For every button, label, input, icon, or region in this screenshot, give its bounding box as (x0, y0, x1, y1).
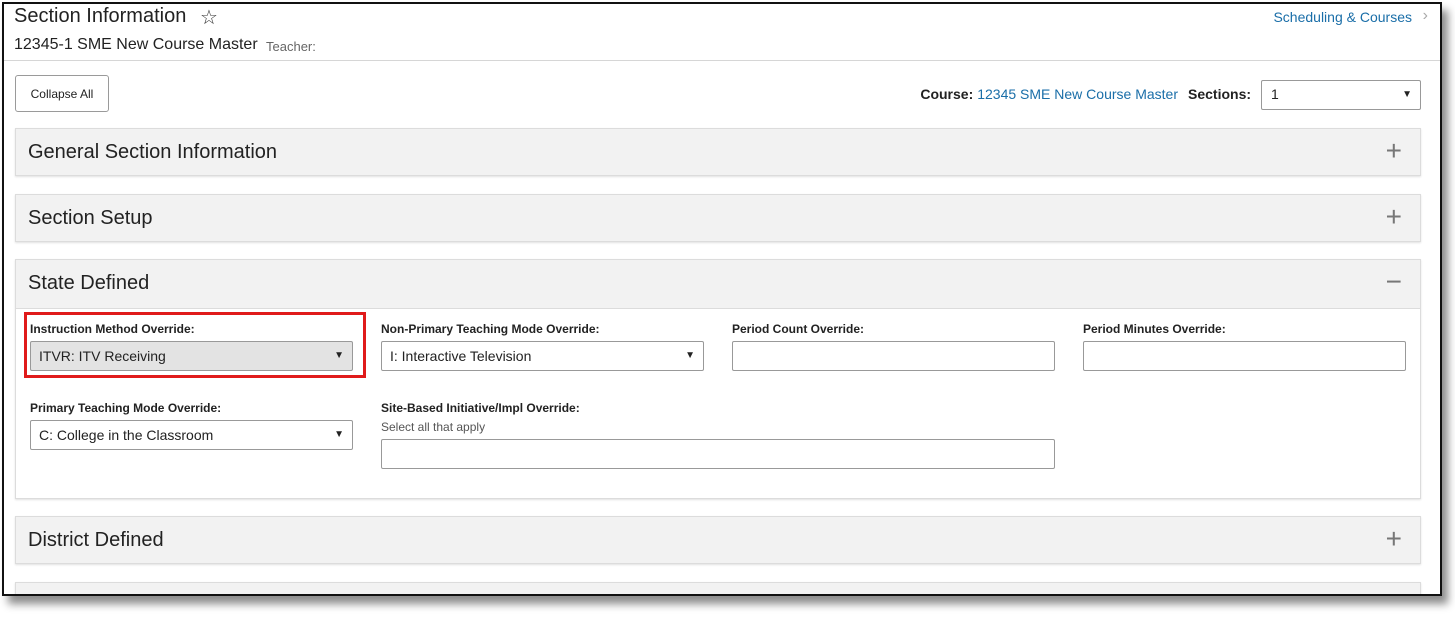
plus-icon[interactable]: + (1386, 523, 1402, 555)
site-based-multiselect[interactable] (381, 439, 1055, 469)
primary-mode-select[interactable]: C: College in the Classroom ▼ (30, 420, 353, 450)
panel-district-defined[interactable]: District Defined + (15, 516, 1421, 564)
panel-title: District Defined (28, 529, 164, 551)
panel-header[interactable]: State Defined − (16, 260, 1420, 309)
panel-state-defined: State Defined − Instruction Method Overr… (15, 259, 1421, 499)
sections-select-value: 1 (1271, 86, 1279, 102)
panel-title: Section Setup (28, 207, 153, 229)
page-title: Section Information (14, 5, 187, 27)
course-info: Course: 12345 SME New Course Master (920, 86, 1178, 102)
period-count-label: Period Count Override: (732, 322, 865, 336)
primary-mode-value: C: College in the Classroom (39, 427, 214, 443)
period-minutes-label: Period Minutes Override: (1083, 322, 1226, 336)
app-window: Section Information ☆ 12345-1 SME New Co… (2, 2, 1442, 596)
caret-down-icon: ▼ (334, 429, 344, 440)
instruction-method-label: Instruction Method Override: (30, 322, 195, 336)
instruction-method-value: ITVR: ITV Receiving (39, 348, 166, 364)
panel-title: State Defined (28, 272, 150, 294)
panel-title: General Section Information (28, 141, 278, 163)
site-based-hint: Select all that apply (381, 420, 486, 434)
plus-icon[interactable]: + (1386, 201, 1402, 233)
period-minutes-input[interactable] (1083, 341, 1406, 371)
site-based-label: Site-Based Initiative/Impl Override: (381, 401, 580, 415)
non-primary-mode-value: I: Interactive Television (390, 348, 532, 364)
state-defined-fields: Instruction Method Override: ITVR: ITV R… (16, 308, 1420, 498)
instruction-method-select[interactable]: ITVR: ITV Receiving ▼ (30, 341, 353, 371)
collapse-all-button[interactable]: Collapse All (15, 75, 109, 112)
caret-down-icon: ▼ (685, 350, 695, 361)
sections-select[interactable]: 1 ▼ (1261, 80, 1421, 110)
breadcrumb-scheduling-courses[interactable]: Scheduling & Courses (1273, 9, 1412, 25)
section-subtitle: 12345-1 SME New Course Master (14, 36, 258, 53)
chevron-right-icon: › (1422, 7, 1428, 24)
panel-general-section-information[interactable]: General Section Information + (15, 128, 1421, 176)
caret-down-icon: ▼ (334, 350, 344, 361)
non-primary-mode-select[interactable]: I: Interactive Television ▼ (381, 341, 704, 371)
sections-label: Sections: (1188, 86, 1252, 102)
minus-icon[interactable]: − (1386, 266, 1402, 298)
course-link[interactable]: 12345 SME New Course Master (977, 86, 1178, 102)
primary-mode-label: Primary Teaching Mode Override: (30, 401, 222, 415)
course-label: Course: (920, 86, 974, 102)
caret-down-icon: ▼ (1402, 89, 1412, 100)
panel-next-partial[interactable] (15, 582, 1421, 594)
panel-section-setup[interactable]: Section Setup + (15, 194, 1421, 242)
teacher-label: Teacher: (266, 39, 316, 54)
non-primary-mode-label: Non-Primary Teaching Mode Override: (381, 322, 600, 336)
period-count-input[interactable] (732, 341, 1055, 371)
page-header: Section Information ☆ 12345-1 SME New Co… (4, 4, 1440, 61)
favorite-star-icon[interactable]: ☆ (200, 5, 218, 30)
plus-icon[interactable]: + (1386, 135, 1402, 167)
